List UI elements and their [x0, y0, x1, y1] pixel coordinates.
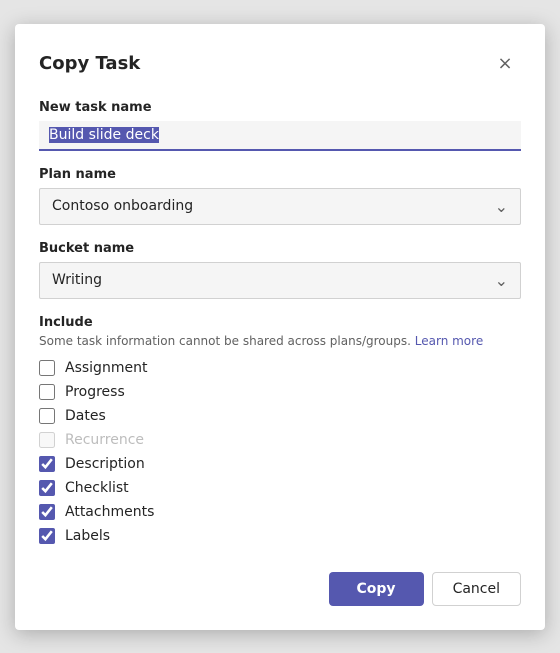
bucket-name-group: Bucket name Writing ⌄ — [39, 241, 521, 299]
bucket-name-select[interactable]: Writing ⌄ — [39, 262, 521, 299]
copy-button[interactable]: Copy — [329, 572, 424, 606]
checkbox-label-checklist: Checklist — [65, 480, 129, 496]
close-icon: × — [497, 53, 512, 74]
checkbox-label-recurrence: Recurrence — [65, 432, 144, 448]
checkbox-item-description[interactable]: Description — [39, 456, 521, 472]
include-title: Include — [39, 315, 521, 330]
checkbox-label-description: Description — [65, 456, 145, 472]
learn-more-link[interactable]: Learn more — [415, 334, 483, 348]
checkbox-label-attachments: Attachments — [65, 504, 154, 520]
checkbox-assignment[interactable] — [39, 360, 55, 376]
checkbox-description[interactable] — [39, 456, 55, 472]
cancel-button[interactable]: Cancel — [432, 572, 521, 606]
checkbox-label-progress: Progress — [65, 384, 125, 400]
plan-name-select[interactable]: Contoso onboarding ⌄ — [39, 188, 521, 225]
checkbox-item-progress[interactable]: Progress — [39, 384, 521, 400]
checkbox-item-attachments[interactable]: Attachments — [39, 504, 521, 520]
checkbox-item-labels[interactable]: Labels — [39, 528, 521, 544]
chevron-down-icon: ⌄ — [495, 271, 508, 290]
dialog-header: Copy Task × — [39, 48, 521, 80]
task-name-input-wrapper[interactable]: Build slide deck — [39, 121, 521, 151]
task-name-group: New task name Build slide deck — [39, 100, 521, 151]
checkbox-label-dates: Dates — [65, 408, 106, 424]
checkbox-checklist[interactable] — [39, 480, 55, 496]
checkbox-item-recurrence: Recurrence — [39, 432, 521, 448]
checkbox-labels[interactable] — [39, 528, 55, 544]
task-name-value: Build slide deck — [49, 127, 159, 143]
include-note: Some task information cannot be shared a… — [39, 334, 521, 348]
task-name-label: New task name — [39, 100, 521, 115]
plan-name-label: Plan name — [39, 167, 521, 182]
checkbox-label-labels: Labels — [65, 528, 110, 544]
bucket-name-label: Bucket name — [39, 241, 521, 256]
checkbox-label-assignment: Assignment — [65, 360, 147, 376]
checkbox-recurrence — [39, 432, 55, 448]
chevron-down-icon: ⌄ — [495, 197, 508, 216]
checkbox-attachments[interactable] — [39, 504, 55, 520]
close-button[interactable]: × — [489, 48, 521, 80]
include-checkboxes: Assignment Progress Dates Recurrence Descrip… — [39, 360, 521, 544]
checkbox-item-assignment[interactable]: Assignment — [39, 360, 521, 376]
include-section: Include Some task information cannot be … — [39, 315, 521, 544]
dialog-title: Copy Task — [39, 53, 140, 74]
checkbox-item-dates[interactable]: Dates — [39, 408, 521, 424]
checkbox-progress[interactable] — [39, 384, 55, 400]
checkbox-item-checklist[interactable]: Checklist — [39, 480, 521, 496]
copy-task-dialog: Copy Task × New task name Build slide de… — [15, 24, 545, 630]
plan-name-value: Contoso onboarding — [52, 198, 193, 214]
checkbox-dates[interactable] — [39, 408, 55, 424]
bucket-name-value: Writing — [52, 272, 102, 288]
plan-name-group: Plan name Contoso onboarding ⌄ — [39, 167, 521, 225]
dialog-footer: Copy Cancel — [39, 572, 521, 606]
